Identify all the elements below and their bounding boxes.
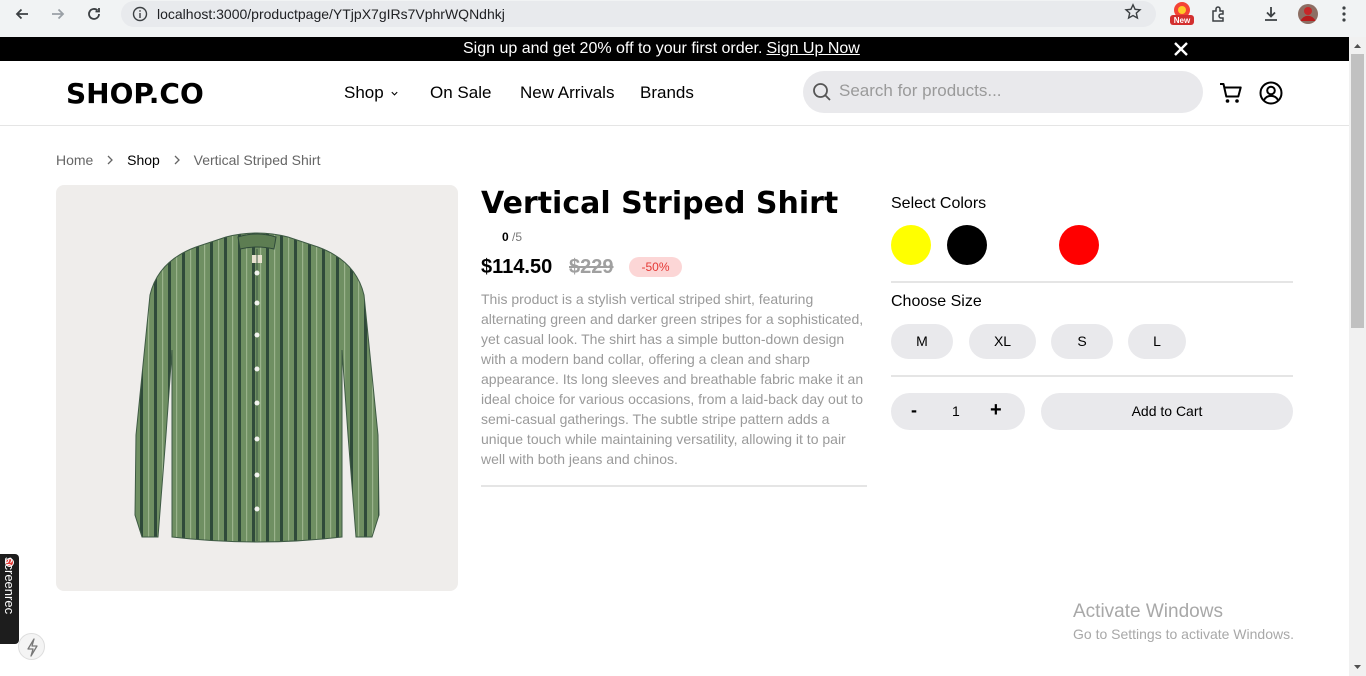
nav-shop-label: Shop bbox=[344, 83, 384, 102]
scroll-thumb[interactable] bbox=[1351, 54, 1364, 328]
bookmark-star-icon[interactable] bbox=[1124, 3, 1142, 26]
rating-max: /5 bbox=[512, 230, 523, 244]
activate-windows-watermark: Activate Windows Go to Settings to activ… bbox=[1073, 601, 1294, 642]
scroll-down-icon[interactable] bbox=[1349, 660, 1366, 674]
extension-new-icon[interactable]: New bbox=[1168, 2, 1196, 26]
browser-menu-icon[interactable] bbox=[1332, 2, 1356, 26]
add-to-cart-button[interactable]: Add to Cart bbox=[1041, 393, 1293, 430]
site-header: SHOP.CO Shop On Sale New Arrivals Brands bbox=[0, 61, 1349, 126]
discount-badge: -50% bbox=[629, 257, 682, 277]
download-icon[interactable] bbox=[1258, 2, 1284, 26]
chevron-right-icon bbox=[106, 152, 114, 168]
promo-text: Sign up and get 20% off to your first or… bbox=[463, 40, 763, 57]
breadcrumb-shop[interactable]: Shop bbox=[127, 152, 160, 168]
profile-avatar-icon[interactable] bbox=[1296, 2, 1320, 26]
bolt-icon[interactable] bbox=[18, 633, 45, 660]
color-swatch-black[interactable] bbox=[947, 225, 987, 265]
search-input[interactable] bbox=[839, 81, 1189, 101]
breadcrumb: Home Shop Vertical Striped Shirt bbox=[56, 151, 320, 168]
search-bar[interactable] bbox=[803, 71, 1203, 113]
increase-qty-button[interactable]: + bbox=[990, 399, 1002, 422]
color-swatch-red[interactable] bbox=[1059, 225, 1099, 265]
size-button-m[interactable]: M bbox=[891, 324, 953, 359]
chevron-right-icon bbox=[173, 152, 181, 168]
promo-banner: Sign up and get 20% off to your first or… bbox=[0, 37, 1349, 61]
quantity-value: 1 bbox=[952, 403, 960, 419]
breadcrumb-home[interactable]: Home bbox=[56, 152, 93, 168]
cart-icon[interactable] bbox=[1218, 80, 1244, 106]
nav-brands[interactable]: Brands bbox=[640, 83, 694, 103]
divider bbox=[891, 375, 1293, 377]
size-button-xl[interactable]: XL bbox=[969, 324, 1036, 359]
divider bbox=[891, 281, 1293, 283]
sign-up-link[interactable]: Sign Up Now bbox=[766, 40, 859, 57]
size-button-l[interactable]: L bbox=[1128, 324, 1186, 359]
activate-subtitle: Go to Settings to activate Windows. bbox=[1073, 626, 1294, 642]
rating: 0 /5 bbox=[502, 230, 522, 244]
quantity-stepper: - 1 + bbox=[891, 393, 1025, 430]
logo[interactable]: SHOP.CO bbox=[66, 77, 204, 110]
address-bar[interactable]: localhost:3000/productpage/YTjpX7gIRs7Vp… bbox=[121, 1, 1156, 27]
account-icon[interactable] bbox=[1258, 80, 1284, 106]
size-label: Choose Size bbox=[891, 293, 982, 310]
divider bbox=[481, 485, 867, 487]
url-text[interactable]: localhost:3000/productpage/YTjpX7gIRs7Vp… bbox=[157, 6, 505, 22]
back-icon[interactable] bbox=[6, 2, 38, 26]
decrease-qty-button[interactable]: - bbox=[911, 400, 917, 421]
browser-toolbar: localhost:3000/productpage/YTjpX7gIRs7Vp… bbox=[0, 0, 1366, 37]
color-swatch-white[interactable] bbox=[1003, 225, 1043, 265]
promo-text-wrap: Sign up and get 20% off to your first or… bbox=[463, 40, 860, 58]
color-swatch-yellow[interactable] bbox=[891, 225, 931, 265]
nav-on-sale[interactable]: On Sale bbox=[430, 83, 491, 103]
search-icon bbox=[813, 83, 831, 101]
forward-icon[interactable] bbox=[42, 2, 74, 26]
price: $114.50 bbox=[481, 256, 553, 278]
close-icon[interactable] bbox=[1172, 37, 1190, 63]
screenrec-widget[interactable]: screenrec bbox=[0, 554, 19, 644]
reload-icon[interactable] bbox=[78, 2, 110, 26]
product-description: This product is a stylish vertical strip… bbox=[481, 291, 864, 467]
size-button-s[interactable]: S bbox=[1051, 324, 1113, 359]
activate-title: Activate Windows bbox=[1073, 601, 1223, 622]
extensions-puzzle-icon[interactable] bbox=[1206, 2, 1232, 26]
old-price: $229 bbox=[569, 256, 614, 278]
scrollbar[interactable] bbox=[1349, 37, 1366, 676]
nav-new-arrivals[interactable]: New Arrivals bbox=[520, 83, 614, 103]
chevron-down-icon bbox=[391, 91, 399, 96]
breadcrumb-current: Vertical Striped Shirt bbox=[193, 152, 321, 169]
scroll-up-icon[interactable] bbox=[1349, 39, 1366, 53]
nav-shop[interactable]: Shop bbox=[344, 83, 399, 103]
screenrec-label: screenrec bbox=[2, 557, 17, 615]
site-info-icon[interactable] bbox=[130, 4, 150, 24]
rating-value: 0 bbox=[502, 230, 509, 244]
product-image bbox=[56, 185, 458, 591]
extension-badge: New bbox=[1174, 16, 1191, 25]
product-title: Vertical Striped Shirt bbox=[481, 186, 839, 221]
colors-label: Select Colors bbox=[891, 195, 987, 212]
